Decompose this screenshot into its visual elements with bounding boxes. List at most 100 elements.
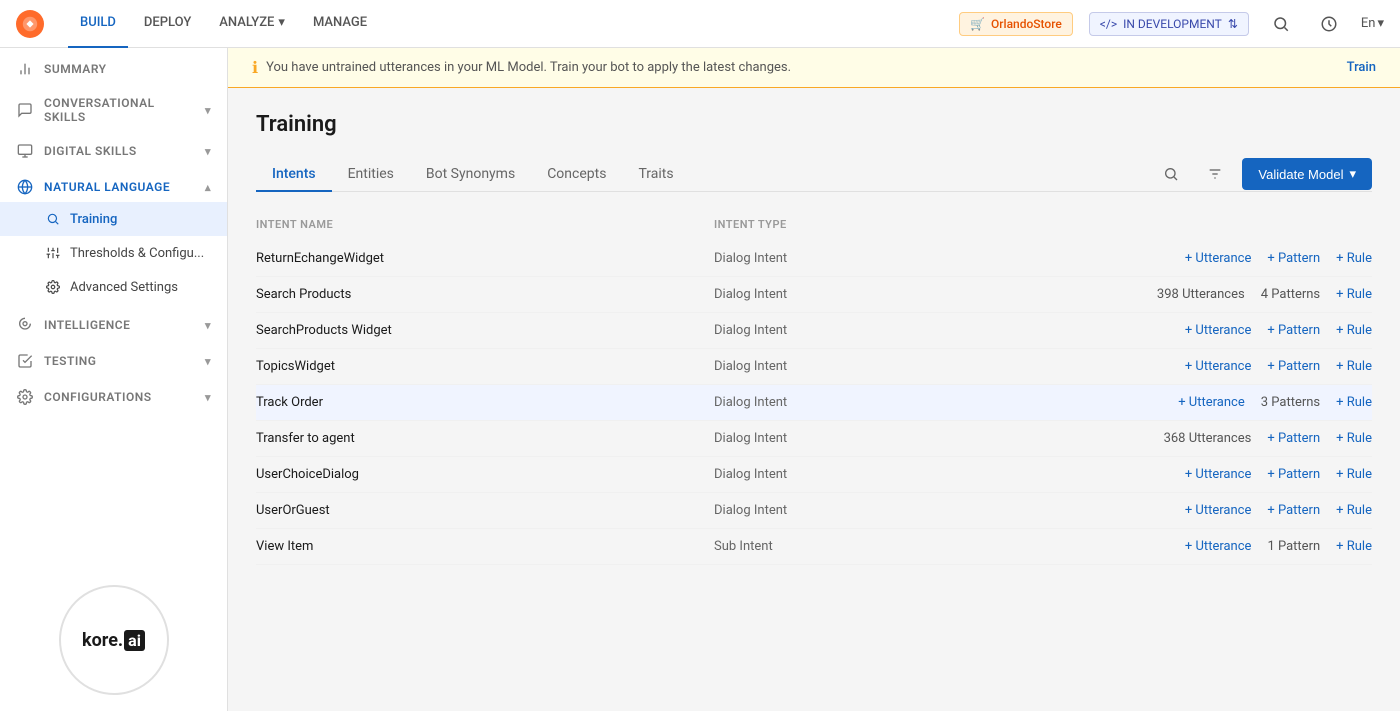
table-row[interactable]: Track OrderDialog Intent+ Utterance3 Pat… xyxy=(256,385,1372,421)
intent-type: Dialog Intent xyxy=(714,287,914,302)
training-icon xyxy=(44,210,62,228)
action-link[interactable]: + Rule xyxy=(1336,323,1372,338)
env-badge[interactable]: </> IN DEVELOPMENT ⇅ xyxy=(1089,12,1249,36)
sidebar-item-digital-skills[interactable]: DIGITAL SKILLS ▾ xyxy=(0,130,227,166)
settings-icon xyxy=(44,278,62,296)
page-content: Training Intents Entities Bot Synonyms C… xyxy=(228,88,1400,711)
table-row[interactable]: ReturnEchangeWidgetDialog Intent+ Uttera… xyxy=(256,241,1372,277)
chevron-down-icon: ▾ xyxy=(278,15,285,30)
store-badge[interactable]: 🛒 OrlandoStore xyxy=(959,12,1073,36)
col-actions xyxy=(914,218,1372,231)
intent-type: Dialog Intent xyxy=(714,467,914,482)
app-logo[interactable] xyxy=(16,10,44,38)
action-link[interactable]: + Pattern xyxy=(1267,359,1320,374)
clock-button[interactable] xyxy=(1313,8,1345,40)
intent-actions: + Utterance + Pattern + Rule xyxy=(914,467,1372,482)
action-link[interactable]: + Pattern xyxy=(1267,503,1320,518)
search-icon-btn[interactable] xyxy=(1154,157,1188,191)
sidebar-item-conversational-skills[interactable]: CONVERSATIONAL SKILLS ▾ xyxy=(0,84,227,130)
sidebar-item-natural-language[interactable]: NATURAL LANGUAGE ▴ xyxy=(0,166,227,202)
table-row[interactable]: SearchProducts WidgetDialog Intent+ Utte… xyxy=(256,313,1372,349)
lang-button[interactable]: En ▾ xyxy=(1361,16,1384,31)
kore-logo-text: kore.ai xyxy=(82,630,145,651)
tab-concepts[interactable]: Concepts xyxy=(531,158,622,192)
gear-icon xyxy=(16,388,34,406)
code-icon: </> xyxy=(1100,17,1117,31)
intent-name: UserOrGuest xyxy=(256,503,714,518)
action-link[interactable]: + Pattern xyxy=(1267,323,1320,338)
sidebar: SUMMARY CONVERSATIONAL SKILLS ▾ DIGITAL … xyxy=(0,48,228,711)
tabs-row: Intents Entities Bot Synonyms Concepts T… xyxy=(256,157,1372,192)
main-layout: SUMMARY CONVERSATIONAL SKILLS ▾ DIGITAL … xyxy=(0,48,1400,711)
table-row[interactable]: TopicsWidgetDialog Intent+ Utterance+ Pa… xyxy=(256,349,1372,385)
action-link[interactable]: + Pattern xyxy=(1267,431,1320,446)
sidebar-sub-advanced-settings[interactable]: Advanced Settings xyxy=(0,270,227,304)
action-link[interactable]: + Utterance xyxy=(1185,539,1252,554)
sidebar-item-summary[interactable]: SUMMARY xyxy=(0,48,227,84)
intent-name: View Item xyxy=(256,539,714,554)
action-link[interactable]: + Utterance xyxy=(1185,323,1252,338)
intent-actions: + Utterance3 Patterns+ Rule xyxy=(914,395,1372,410)
tabs-actions: Validate Model ▾ xyxy=(1154,157,1372,191)
table-row[interactable]: View ItemSub Intent+ Utterance1 Pattern+… xyxy=(256,529,1372,565)
tab-bot-synonyms[interactable]: Bot Synonyms xyxy=(410,158,531,192)
action-link[interactable]: + Rule xyxy=(1336,359,1372,374)
col-intent-name: INTENT NAME xyxy=(256,218,714,231)
nav-analyze[interactable]: ANALYZE ▾ xyxy=(207,0,297,48)
chevron-down-icon: ▾ xyxy=(205,145,211,158)
tab-traits[interactable]: Traits xyxy=(622,158,689,192)
intent-actions: 368 Utterances+ Pattern+ Rule xyxy=(914,431,1372,446)
intent-type: Dialog Intent xyxy=(714,503,914,518)
train-link[interactable]: Train xyxy=(1347,60,1376,75)
chevron-down-icon: ▾ xyxy=(1377,16,1384,31)
intent-name: SearchProducts Widget xyxy=(256,323,714,338)
table-row[interactable]: Search ProductsDialog Intent 398 Utteranc… xyxy=(256,277,1372,313)
tab-entities[interactable]: Entities xyxy=(332,158,410,192)
nav-manage[interactable]: MANAGE xyxy=(301,0,379,48)
action-link[interactable]: + Rule xyxy=(1336,539,1372,554)
kore-logo-area: kore.ai xyxy=(0,569,227,711)
nav-build[interactable]: BUILD xyxy=(68,0,128,48)
notification-message: You have untrained utterances in your ML… xyxy=(266,60,791,75)
action-link[interactable]: + Pattern xyxy=(1267,251,1320,266)
action-link[interactable]: + Utterance xyxy=(1185,467,1252,482)
chevron-up-down-icon: ⇅ xyxy=(1228,17,1238,31)
sidebar-item-testing[interactable]: TESTING ▾ xyxy=(0,340,227,376)
nav-deploy[interactable]: DEPLOY xyxy=(132,0,203,48)
table-header: INTENT NAME INTENT TYPE xyxy=(256,212,1372,237)
action-link[interactable]: + Utterance xyxy=(1185,359,1252,374)
action-link[interactable]: + Rule xyxy=(1336,503,1372,518)
intent-name: Track Order xyxy=(256,395,714,410)
store-name: OrlandoStore xyxy=(991,17,1062,31)
table-row[interactable]: Transfer to agentDialog Intent368 Uttera… xyxy=(256,421,1372,457)
intent-name: Search Products xyxy=(256,287,714,302)
action-link[interactable]: + Pattern xyxy=(1267,467,1320,482)
intent-actions: + Utterance + Pattern + Rule xyxy=(914,251,1372,266)
search-button[interactable] xyxy=(1265,8,1297,40)
action-link[interactable]: + Utterance xyxy=(1185,251,1252,266)
action-link[interactable]: + Rule xyxy=(1336,431,1372,446)
action-link[interactable]: + Utterance xyxy=(1178,395,1245,410)
intent-name: ReturnEchangeWidget xyxy=(256,251,714,266)
intent-name: UserChoiceDialog xyxy=(256,467,714,482)
action-link[interactable]: + Rule xyxy=(1336,251,1372,266)
chevron-down-icon: ▾ xyxy=(1349,166,1356,182)
chart-icon xyxy=(16,60,34,78)
nav-items: BUILD DEPLOY ANALYZE ▾ MANAGE xyxy=(68,0,935,48)
sidebar-sub-thresholds[interactable]: Thresholds & Configu... xyxy=(0,236,227,270)
validate-model-button[interactable]: Validate Model ▾ xyxy=(1242,158,1372,190)
chevron-down-icon: ▾ xyxy=(205,319,211,332)
action-link[interactable]: + Rule xyxy=(1336,467,1372,482)
tab-intents[interactable]: Intents xyxy=(256,158,332,192)
action-link[interactable]: + Utterance xyxy=(1185,503,1252,518)
action-link[interactable]: + Rule xyxy=(1336,395,1372,410)
table-row[interactable]: UserChoiceDialogDialog Intent+ Utterance… xyxy=(256,457,1372,493)
sidebar-item-intelligence[interactable]: INTELLIGENCE ▾ xyxy=(0,304,227,340)
filter-icon-btn[interactable] xyxy=(1198,157,1232,191)
action-link[interactable]: + Rule xyxy=(1336,287,1372,302)
sliders-icon xyxy=(44,244,62,262)
sidebar-item-configurations[interactable]: CONFIGURATIONS ▾ xyxy=(0,376,227,412)
action-count: 398 Utterances xyxy=(1157,287,1245,302)
table-row[interactable]: UserOrGuestDialog Intent + Utterance + Pat… xyxy=(256,493,1372,529)
sidebar-sub-training[interactable]: Training xyxy=(0,202,227,236)
